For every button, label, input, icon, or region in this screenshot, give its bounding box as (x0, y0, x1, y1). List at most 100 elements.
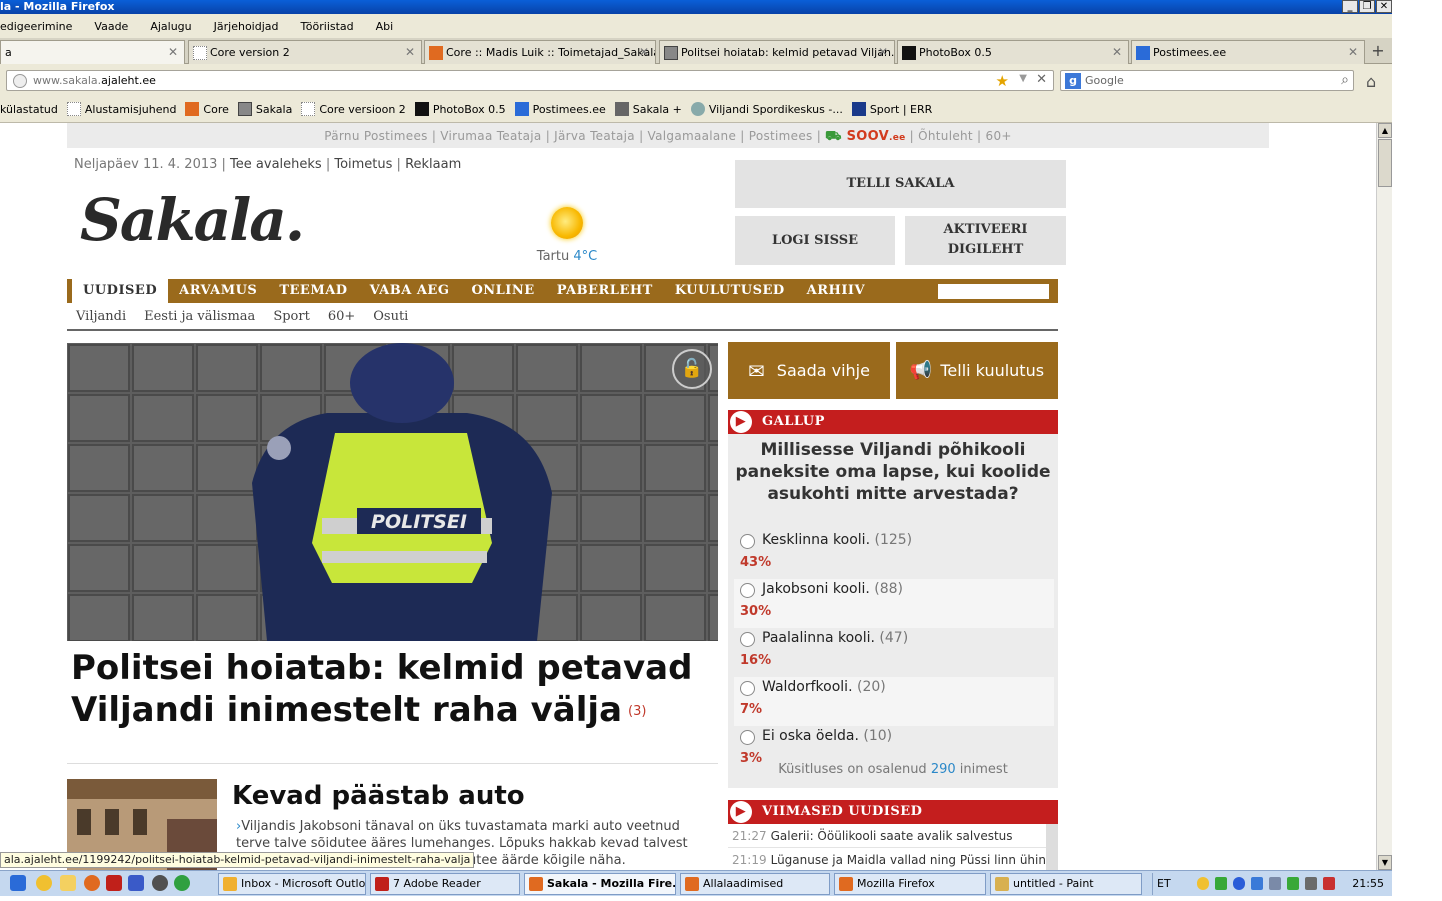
folder-quicklaunch-icon[interactable] (60, 875, 76, 891)
tray-app-icon[interactable] (1269, 877, 1281, 890)
comment-count[interactable]: (3) (628, 704, 646, 719)
bookmark-photobox-0-5[interactable]: PhotoBox 0.5 (414, 102, 506, 116)
bookmark-sakala[interactable]: Sakala + (614, 102, 682, 116)
close-tab-icon[interactable]: ✕ (1112, 41, 1122, 63)
activate-digital-button[interactable]: AKTIVEERI DIGILEHT (905, 216, 1066, 265)
site-link-60[interactable]: 60+ (986, 129, 1012, 143)
header-link-tee-avaleheks[interactable]: Tee avaleheks (230, 157, 322, 172)
nav-arvamus[interactable]: ARVAMUS (168, 279, 268, 303)
close-tab-icon[interactable]: ✕ (639, 41, 649, 63)
tab-postimees-ee[interactable]: Postimees.ee ✕ (1131, 40, 1365, 64)
scroll-thumb[interactable] (1378, 139, 1392, 187)
poll-option[interactable]: Paalalinna kooli. (47) 16% (734, 628, 1054, 677)
subscribe-button[interactable]: TELLI SAKALA (735, 160, 1066, 208)
login-button[interactable]: LOGI SISSE (735, 216, 895, 265)
poll-option[interactable]: Waldorfkooli. (20) 7% (734, 677, 1054, 726)
bookmark-viljandi-spordikeskus[interactable]: Viljandi Spordikeskus -... (690, 102, 843, 116)
news-title[interactable]: Galerii: Ööülikooli saate avalik salvest… (771, 829, 1013, 843)
subnav-eesti-ja-v-lismaa[interactable]: Eesti ja välismaa (144, 309, 255, 324)
poll-option-label[interactable]: Ei oska öelda. (10) (762, 728, 892, 744)
taskbar-allalaadimised[interactable]: Allalaadimised (680, 873, 830, 895)
tray-smiley-icon[interactable] (1197, 877, 1209, 890)
nav-vaba-aeg[interactable]: VABA AEG (359, 279, 461, 303)
poll-radio[interactable] (740, 681, 755, 696)
poll-option-label[interactable]: Jakobsoni kooli. (88) (762, 581, 903, 597)
chrome-quicklaunch-icon[interactable] (174, 875, 190, 891)
poll-option[interactable]: Jakobsoni kooli. (88) 30% (734, 579, 1054, 628)
tab-core-madis-luik-toimetajad-sakala[interactable]: Core :: Madis Luik :: Toimetajad_Sakala ✕ (424, 40, 656, 64)
smiley-quicklaunch-icon[interactable] (36, 875, 52, 891)
taskbar-sakala-mozilla-fire[interactable]: Sakala - Mozilla Fire... (524, 873, 676, 895)
signal-icon[interactable] (1287, 877, 1299, 890)
search-box[interactable]: g Google ⌕ (1060, 70, 1354, 91)
taskbar-inbox-microsoft-outlook[interactable]: Inbox - Microsoft Outlook (218, 873, 366, 895)
tray-alert-icon[interactable] (1323, 877, 1335, 890)
poll-radio[interactable] (740, 632, 755, 647)
bookmark-sport-err[interactable]: Sport | ERR (851, 102, 932, 116)
soov-link[interactable]: ⛟ SOOV.ee (825, 129, 905, 144)
url-bar[interactable]: www.sakala. ajaleht.ee ★ ▼ ✕ (6, 70, 1054, 91)
menu-item-j-rjehoidjad[interactable]: Järjehoidjad (214, 20, 279, 33)
minimize-button[interactable]: _ (1342, 0, 1358, 13)
news-item[interactable]: 21:27 Galerii: Ööülikooli saate avalik sa… (728, 824, 1058, 848)
poll-option-label[interactable]: Paalalinna kooli. (47) (762, 630, 908, 646)
sakala-logo[interactable]: Sakala. (80, 185, 305, 255)
close-tab-icon[interactable]: ✕ (168, 41, 178, 63)
tab-photobox-0-5[interactable]: PhotoBox 0.5 ✕ (897, 40, 1129, 64)
stop-icon[interactable]: ✕ (1036, 72, 1047, 87)
ie-quicklaunch-icon[interactable] (10, 875, 26, 891)
hero-headline-text[interactable]: Politsei hoiatab: kelmid petavad Viljand… (71, 648, 692, 730)
taskbar-7-adobe-reader[interactable]: 7 Adobe Reader (370, 873, 520, 895)
menu-item-abi[interactable]: Abi (376, 20, 394, 33)
news-title[interactable]: Lüganuse ja Maidla vallad ning Püssi lin… (771, 853, 1058, 867)
google-icon[interactable]: g (1065, 72, 1081, 89)
news-item[interactable]: 21:19 Lüganuse ja Maidla vallad ning Püss… (728, 848, 1058, 870)
poll-radio[interactable] (740, 730, 755, 745)
article-title[interactable]: Kevad päästab auto (232, 781, 525, 811)
hero-headline[interactable]: Politsei hoiatab: kelmid petavad Viljand… (71, 647, 711, 733)
poll-option[interactable]: Kesklinna kooli. (125) 43% (734, 530, 1054, 579)
acrobat-quicklaunch-icon[interactable] (106, 875, 122, 891)
bookmark-alustamisjuhend[interactable]: Alustamisjuhend (66, 102, 176, 116)
tab-core-version-2[interactable]: Core version 2 ✕ (188, 40, 422, 64)
bookmark-k-lastatud[interactable]: külastatud (0, 103, 58, 116)
nav-arhiiv[interactable]: ARHIIV (796, 279, 876, 303)
site-link-valgamaalane[interactable]: Valgamaalane (648, 129, 737, 143)
nav-uudised[interactable]: UUDISED (72, 279, 169, 303)
site-link-virumaa-teataja[interactable]: Virumaa Teataja (440, 129, 541, 143)
scroll-up-icon[interactable]: ▲ (1378, 123, 1392, 138)
new-tab-button[interactable]: + (1364, 40, 1392, 64)
menu-item-ajalugu[interactable]: Ajalugu (150, 20, 191, 33)
close-tab-icon[interactable]: ✕ (1348, 41, 1358, 63)
subnav-60[interactable]: 60+ (328, 309, 355, 324)
site-link-p-rnu-postimees[interactable]: Pärnu Postimees (324, 129, 427, 143)
media-quicklaunch-icon[interactable] (152, 875, 168, 891)
word-quicklaunch-icon[interactable] (128, 875, 144, 891)
nav-search-input[interactable] (938, 284, 1049, 299)
firefox-quicklaunch-icon[interactable] (84, 875, 100, 891)
header-link-reklaam[interactable]: Reklaam (405, 157, 461, 172)
site-identity-icon[interactable] (13, 73, 27, 88)
network-icon[interactable] (1251, 877, 1263, 890)
subnav-osuti[interactable]: Osuti (373, 309, 408, 324)
news-scrollbar[interactable] (1046, 824, 1058, 870)
clock[interactable]: 21:55 (1352, 873, 1384, 895)
subnav-viljandi[interactable]: Viljandi (76, 309, 126, 324)
subnav-sport[interactable]: Sport (273, 309, 310, 324)
poll-radio[interactable] (740, 534, 755, 549)
site-link-postimees[interactable]: Postimees (749, 129, 813, 143)
site-link-htuleht[interactable]: Õhtuleht (918, 129, 973, 143)
bookmark-postimees-ee[interactable]: Postimees.ee (514, 102, 606, 116)
tab-a[interactable]: a ✕ (0, 40, 185, 64)
restore-button[interactable]: ❐ (1359, 0, 1375, 13)
bookmark-core[interactable]: Core (185, 102, 229, 116)
menu-item-edigeerimine[interactable]: edigeerimine (0, 20, 72, 33)
poll-radio[interactable] (740, 583, 755, 598)
close-tab-icon[interactable]: ✕ (405, 41, 415, 63)
bookmark-core-versioon-2[interactable]: Core versioon 2 (301, 102, 406, 116)
menu-item-t-riistad[interactable]: Tööriistad (301, 20, 354, 33)
nav-kuulutused[interactable]: KUULUTUSED (664, 279, 796, 303)
hero-image[interactable]: POLITSEI 🔓 (67, 343, 718, 641)
tab-politsei-hoiatab-kelmid-petavad-viljan[interactable]: Politsei hoiatab: kelmid petavad Viljan.… (659, 40, 895, 64)
history-dropdown-icon[interactable]: ▼ (1019, 73, 1027, 84)
